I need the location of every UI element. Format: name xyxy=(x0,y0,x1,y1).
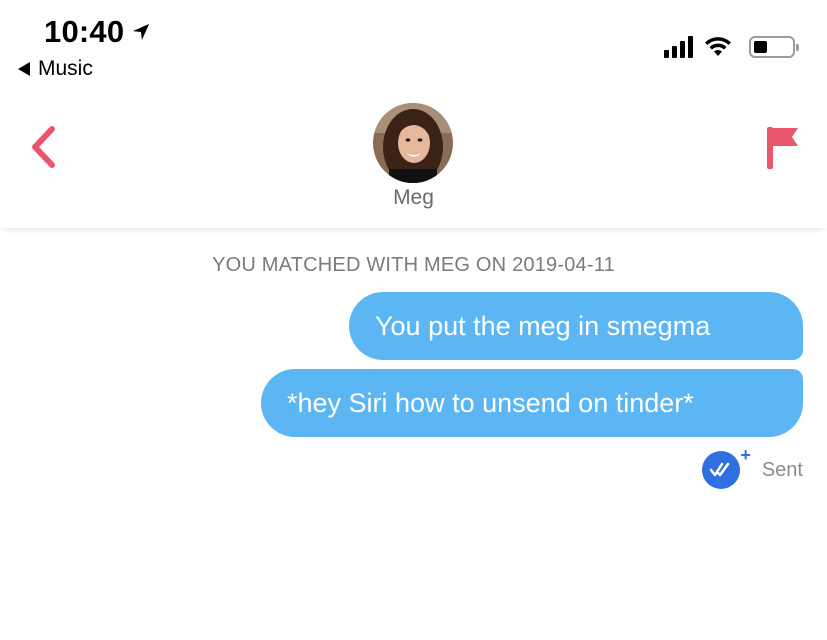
back-to-app-button[interactable]: Music xyxy=(18,57,93,81)
message-bubble[interactable]: You put the meg in smegma xyxy=(349,292,803,360)
read-receipt-button[interactable]: + xyxy=(701,445,751,489)
double-check-icon xyxy=(701,451,740,489)
profile-photo xyxy=(373,103,453,183)
avatar[interactable] xyxy=(373,103,453,183)
wifi-icon xyxy=(705,37,731,56)
message-text: *hey Siri how to unsend on tinder* xyxy=(287,387,694,418)
back-triangle-icon xyxy=(18,62,30,76)
chat-header: Meg xyxy=(0,90,827,228)
match-date-banner: YOU MATCHED WITH MEG ON 2019-04-11 xyxy=(212,254,615,276)
plus-icon: + xyxy=(740,445,751,465)
status-icons xyxy=(664,36,799,58)
clock: 10:40 xyxy=(44,14,125,49)
message-text: You put the meg in smegma xyxy=(375,310,711,341)
flag-icon[interactable] xyxy=(765,123,801,171)
sent-label: Sent xyxy=(761,458,803,481)
chevron-left-icon[interactable] xyxy=(28,124,58,170)
battery-icon xyxy=(749,36,799,58)
battery-level xyxy=(754,41,767,53)
match-name[interactable]: Meg xyxy=(0,186,827,210)
location-arrow-icon xyxy=(133,23,150,41)
status-time: 10:40 xyxy=(44,14,150,50)
cellular-signal-icon xyxy=(664,36,693,58)
message-bubble[interactable]: *hey Siri how to unsend on tinder* xyxy=(261,369,803,437)
message-status: + Sent xyxy=(701,445,803,489)
back-app-label: Music xyxy=(38,57,93,80)
